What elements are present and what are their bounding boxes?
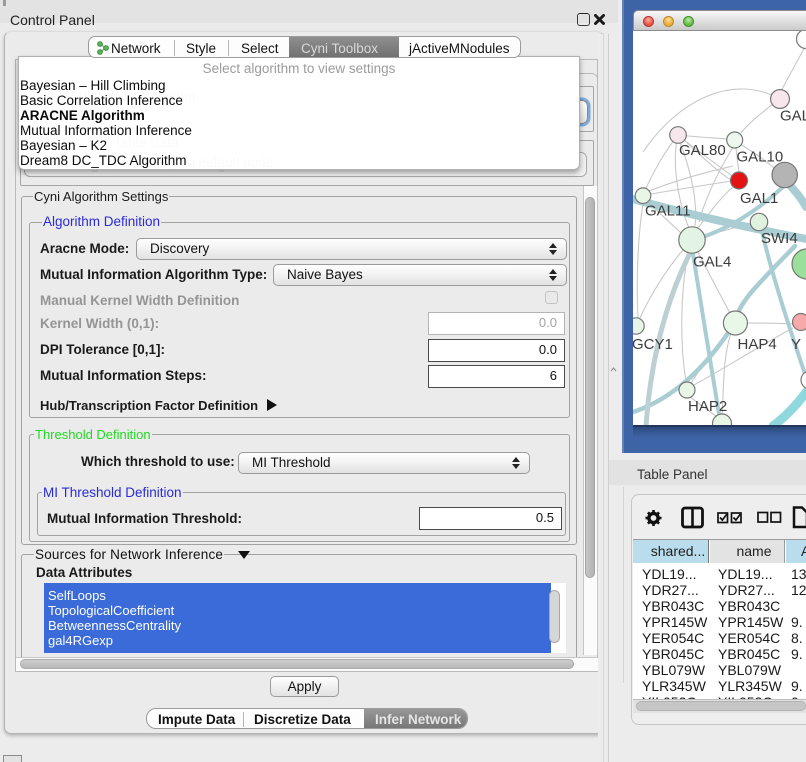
svg-text:GAL80: GAL80: [679, 142, 726, 159]
svg-text:GAL11: GAL11: [645, 203, 691, 220]
svg-text:HAP2: HAP2: [688, 398, 727, 415]
svg-text:GCY1: GCY1: [633, 336, 673, 353]
svg-text:GAL7: GAL7: [780, 108, 806, 125]
svg-text:HAP4: HAP4: [738, 336, 777, 353]
svg-text:GAL1: GAL1: [740, 190, 778, 207]
svg-text:GAL10: GAL10: [737, 149, 784, 166]
svg-text:GAL4: GAL4: [693, 254, 731, 271]
svg-text:Y: Y: [791, 336, 801, 353]
svg-text:SWI4: SWI4: [761, 230, 798, 247]
